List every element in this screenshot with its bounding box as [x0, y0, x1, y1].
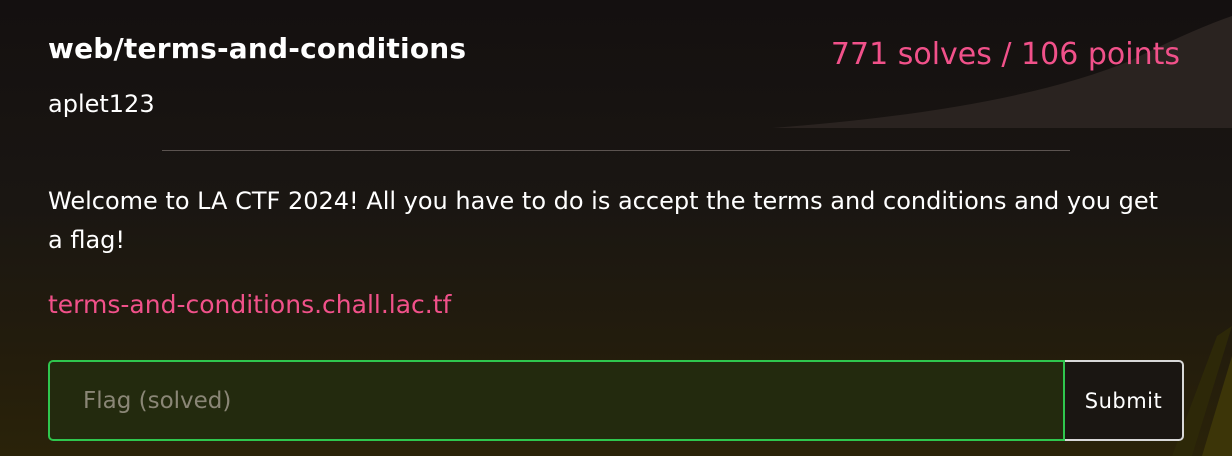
divider — [162, 150, 1070, 151]
submit-button[interactable]: Submit — [1065, 360, 1184, 441]
flag-input[interactable] — [48, 360, 1065, 441]
challenge-author: aplet123 — [48, 90, 155, 118]
challenge-stats: 771 solves / 106 points — [830, 37, 1180, 72]
challenge-link[interactable]: terms-and-conditions.chall.lac.tf — [48, 290, 451, 319]
challenge-card: web/terms-and-conditions aplet123 771 so… — [0, 0, 1232, 456]
challenge-description: Welcome to LA CTF 2024! All you have to … — [48, 187, 1159, 254]
challenge-title: web/terms-and-conditions — [48, 32, 467, 65]
flag-form: Submit — [48, 360, 1184, 441]
